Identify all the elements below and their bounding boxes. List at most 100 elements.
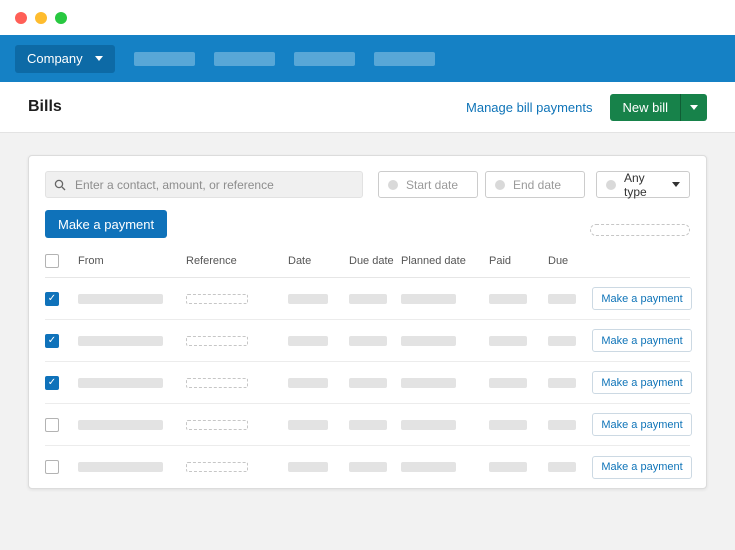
reference-placeholder <box>186 420 248 430</box>
due-placeholder <box>548 420 576 430</box>
row-checkbox[interactable] <box>45 460 59 474</box>
column-header: Date <box>288 255 349 267</box>
bills-card: Start date End date Any type Make a paym… <box>28 155 707 489</box>
close-window-button[interactable] <box>15 12 27 24</box>
row-make-payment-button[interactable]: Make a payment <box>592 456 692 479</box>
from-placeholder <box>78 294 163 304</box>
company-menu-button[interactable]: Company <box>15 45 115 73</box>
reference-placeholder <box>186 336 248 346</box>
header-actions: Manage bill payments New bill <box>466 94 707 121</box>
chevron-down-icon <box>672 182 680 187</box>
due-placeholder <box>548 294 576 304</box>
planned-date-placeholder <box>401 378 456 388</box>
from-placeholder <box>78 378 163 388</box>
start-date-placeholder: Start date <box>406 178 458 192</box>
manage-bill-payments-link[interactable]: Manage bill payments <box>466 100 592 115</box>
page-title: Bills <box>28 98 62 116</box>
filter-row: Start date End date Any type <box>45 171 690 198</box>
new-bill-split-button: New bill <box>610 94 707 121</box>
date-placeholder <box>288 336 328 346</box>
new-bill-dropdown-button[interactable] <box>680 94 707 121</box>
from-placeholder <box>78 420 163 430</box>
page-content: Start date End date Any type Make a paym… <box>0 133 735 489</box>
table-row: Make a payment <box>45 446 690 488</box>
due-date-placeholder <box>349 420 387 430</box>
end-date-input[interactable]: End date <box>485 171 585 198</box>
reference-placeholder <box>186 462 248 472</box>
nav-item-placeholder[interactable] <box>214 52 275 66</box>
due-date-placeholder <box>349 378 387 388</box>
due-date-placeholder <box>349 336 387 346</box>
company-menu-label: Company <box>27 51 83 66</box>
main-navbar: Company <box>0 35 735 82</box>
date-placeholder <box>288 294 328 304</box>
row-make-payment-button[interactable]: Make a payment <box>592 287 692 310</box>
placeholder-bar <box>590 224 690 236</box>
date-placeholder <box>288 420 328 430</box>
calendar-icon <box>495 180 505 190</box>
column-header: Planned date <box>401 255 489 267</box>
reference-placeholder <box>186 378 248 388</box>
chevron-down-icon <box>690 105 698 110</box>
paid-placeholder <box>489 420 527 430</box>
column-header: Reference <box>186 255 288 267</box>
page-header: Bills Manage bill payments New bill <box>0 82 735 133</box>
row-checkbox[interactable]: ✓ <box>45 292 59 306</box>
due-placeholder <box>548 336 576 346</box>
date-placeholder <box>288 462 328 472</box>
calendar-icon <box>388 180 398 190</box>
row-make-payment-button[interactable]: Make a payment <box>592 413 692 436</box>
type-filter-value: Any type <box>624 171 664 199</box>
row-checkbox[interactable]: ✓ <box>45 334 59 348</box>
nav-item-placeholder[interactable] <box>294 52 355 66</box>
nav-placeholder-items <box>134 52 435 66</box>
row-checkbox[interactable] <box>45 418 59 432</box>
paid-placeholder <box>489 294 527 304</box>
table-row: ✓ Make a payment <box>45 278 690 320</box>
paid-placeholder <box>489 462 527 472</box>
planned-date-placeholder <box>401 462 456 472</box>
type-filter-dropdown[interactable]: Any type <box>596 171 690 198</box>
column-header: Paid <box>489 255 548 267</box>
planned-date-placeholder <box>401 294 456 304</box>
table-header: FromReferenceDateDue datePlanned datePai… <box>45 254 690 278</box>
row-checkbox[interactable]: ✓ <box>45 376 59 390</box>
chevron-down-icon <box>95 56 103 61</box>
action-row: Make a payment <box>45 210 690 238</box>
from-placeholder <box>78 462 163 472</box>
due-date-placeholder <box>349 462 387 472</box>
minimize-window-button[interactable] <box>35 12 47 24</box>
planned-date-placeholder <box>401 420 456 430</box>
search-field[interactable] <box>45 171 363 198</box>
paid-placeholder <box>489 336 527 346</box>
due-placeholder <box>548 462 576 472</box>
column-header: Due date <box>349 255 401 267</box>
row-make-payment-button[interactable]: Make a payment <box>592 371 692 394</box>
end-date-placeholder: End date <box>513 178 561 192</box>
search-icon <box>54 179 66 191</box>
zoom-window-button[interactable] <box>55 12 67 24</box>
table-row: ✓ Make a payment <box>45 320 690 362</box>
select-all-checkbox[interactable] <box>45 254 59 268</box>
planned-date-placeholder <box>401 336 456 346</box>
due-date-placeholder <box>349 294 387 304</box>
table-row: Make a payment <box>45 404 690 446</box>
filter-type-icon <box>606 180 616 190</box>
column-header: Due <box>548 255 592 267</box>
window-chrome <box>0 0 735 35</box>
paid-placeholder <box>489 378 527 388</box>
column-header: From <box>78 255 186 267</box>
make-payment-button[interactable]: Make a payment <box>45 210 167 238</box>
nav-item-placeholder[interactable] <box>134 52 195 66</box>
table-row: ✓ Make a payment <box>45 362 690 404</box>
new-bill-button[interactable]: New bill <box>610 94 680 121</box>
start-date-input[interactable]: Start date <box>378 171 478 198</box>
row-make-payment-button[interactable]: Make a payment <box>592 329 692 352</box>
search-input[interactable] <box>73 177 354 193</box>
reference-placeholder <box>186 294 248 304</box>
from-placeholder <box>78 336 163 346</box>
due-placeholder <box>548 378 576 388</box>
table-body: ✓ Make a payment ✓ Make a payment ✓ Make a pa… <box>45 278 690 488</box>
date-placeholder <box>288 378 328 388</box>
nav-item-placeholder[interactable] <box>374 52 435 66</box>
